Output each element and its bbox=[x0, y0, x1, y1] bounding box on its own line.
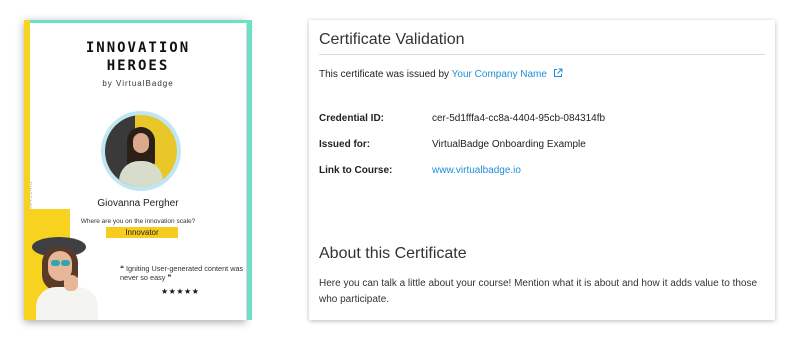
rating-stars: ★★★★★ bbox=[161, 287, 200, 296]
certificate-content: INNOVATION HEROES by VirtualBadge cer-5d… bbox=[30, 23, 246, 320]
testimonial-quote: ❝ Igniting User-generated content was ne… bbox=[120, 264, 244, 282]
issued-for-label: Issued for: bbox=[319, 139, 371, 150]
about-heading: About this Certificate bbox=[319, 245, 467, 262]
level-badge: Innovator bbox=[106, 227, 178, 238]
about-text: Here you can talk a little about your co… bbox=[319, 278, 758, 305]
certificate-preview: INNOVATION HEROES by VirtualBadge cer-5d… bbox=[24, 20, 252, 322]
certificate-title-line2: HEROES bbox=[106, 58, 170, 74]
issued-by-prefix: This certificate was issued by bbox=[319, 69, 450, 80]
certificate-by-line: by VirtualBadge bbox=[102, 79, 174, 88]
heading-divider bbox=[319, 54, 765, 55]
issuer-link[interactable]: Your Company Name bbox=[451, 68, 563, 80]
avatar bbox=[105, 115, 177, 187]
validation-heading: Certificate Validation bbox=[319, 31, 465, 48]
issuer-name: Your Company Name bbox=[451, 69, 547, 80]
validation-card: Certificate Validation This certificate … bbox=[309, 20, 775, 320]
certificate-title-line1: INNOVATION bbox=[85, 40, 191, 56]
credential-id-value: cer-5d1fffa4-cc8a-4404-95cb-084314fb bbox=[432, 113, 606, 124]
issued-by-line: This certificate was issued by Your Comp… bbox=[319, 68, 563, 80]
course-link-label: Link to Course: bbox=[319, 165, 393, 176]
avatar-ring bbox=[101, 111, 181, 191]
course-link[interactable]: www.virtualbadge.io bbox=[432, 165, 521, 176]
credential-id-label: Credential ID: bbox=[319, 113, 385, 124]
issued-for-value: VirtualBadge Onboarding Example bbox=[432, 139, 586, 150]
recipient-name: Giovanna Pergher bbox=[97, 198, 179, 209]
external-link-icon bbox=[553, 68, 563, 77]
teal-right-border bbox=[247, 20, 252, 320]
woman-illustration bbox=[30, 235, 110, 320]
